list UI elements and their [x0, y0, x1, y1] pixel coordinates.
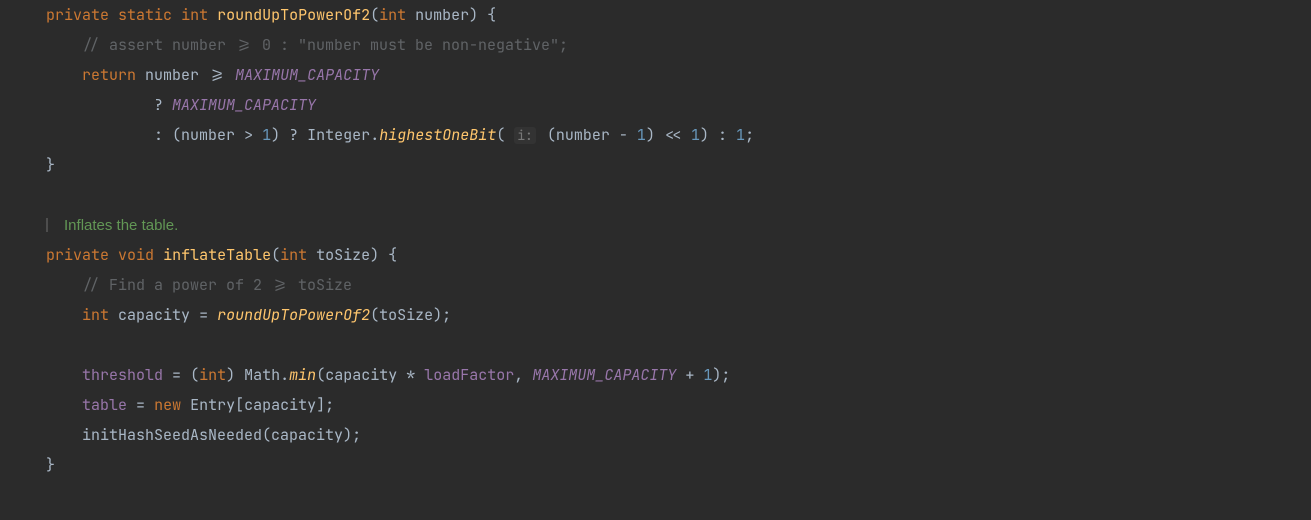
keyword-private: private [46, 245, 109, 265]
argument: capacity [325, 365, 397, 385]
constant: MAXIMUM_CAPACITY [532, 365, 676, 385]
constant: MAXIMUM_CAPACITY [235, 65, 379, 85]
code-line[interactable]: // Find a power of 2 >= toSize [46, 270, 1311, 300]
doc-text: Inflates the table. [64, 217, 178, 234]
code-line[interactable]: } [46, 450, 1311, 480]
identifier: capacity [118, 305, 190, 325]
argument: toSize [379, 305, 433, 325]
blank-line[interactable] [46, 330, 1311, 360]
code-line[interactable]: // assert number >= 0 : "number must be … [46, 30, 1311, 60]
keyword-static: static [118, 5, 172, 25]
class-name: Math [244, 365, 280, 385]
semicolon: ); [433, 305, 451, 325]
code-line[interactable]: initHashSeedAsNeeded(capacity); [46, 420, 1311, 450]
param-type: int [379, 5, 406, 25]
field: threshold [82, 365, 163, 385]
ternary-q: ? [154, 95, 163, 115]
brace: } [46, 155, 55, 175]
operator: = [136, 395, 145, 415]
keyword-new: new [154, 395, 181, 415]
constant: MAXIMUM_CAPACITY [172, 95, 316, 115]
code-line[interactable]: } [46, 150, 1311, 180]
operator: - [619, 125, 628, 145]
keyword-int: int [181, 5, 208, 25]
brace: ) { [469, 5, 496, 25]
number-literal: 1 [736, 125, 745, 145]
class-name: Entry [190, 395, 235, 415]
ternary-q: ? [289, 125, 298, 145]
doc-comment-line[interactable]: Inflates the table. [46, 210, 1311, 240]
code-line[interactable]: return number >= MAXIMUM_CAPACITY [46, 60, 1311, 90]
dot: . [370, 125, 379, 145]
keyword-int: int [82, 305, 109, 325]
static-method: min [289, 365, 316, 385]
cast-open: ( [190, 365, 199, 385]
static-method: roundUpToPowerOf2 [217, 305, 370, 325]
code-line[interactable]: private static int roundUpToPowerOf2(int… [46, 0, 1311, 30]
keyword-return: return [82, 65, 136, 85]
identifier: number [145, 65, 199, 85]
code-line[interactable]: int capacity = roundUpToPowerOf2(toSize)… [46, 300, 1311, 330]
method-name: inflateTable [163, 245, 271, 265]
operator: > [244, 125, 253, 145]
code-line[interactable]: private void inflateTable(int toSize) { [46, 240, 1311, 270]
class-name: Integer [307, 125, 370, 145]
cast-close: ) [226, 365, 235, 385]
keyword-private: private [46, 5, 109, 25]
method-name: roundUpToPowerOf2 [217, 5, 370, 25]
blank-line[interactable] [46, 180, 1311, 210]
identifier: number [181, 125, 235, 145]
operator: = [199, 305, 208, 325]
code-line[interactable]: : (number > 1) ? Integer.highestOneBit( … [46, 120, 1311, 150]
keyword-int: int [199, 365, 226, 385]
param-name: number [415, 5, 469, 25]
doc-border [46, 218, 48, 232]
method-call: initHashSeedAsNeeded [82, 425, 262, 445]
field: loadFactor [424, 365, 514, 385]
operator: = [172, 365, 181, 385]
bracket-close: ]; [316, 395, 334, 415]
operator: << [664, 125, 682, 145]
argument: capacity [271, 425, 343, 445]
ternary-colon: : [718, 125, 727, 145]
code-line[interactable]: threshold = (int) Math.min(capacity * lo… [46, 360, 1311, 390]
code-editor[interactable]: private static int roundUpToPowerOf2(int… [0, 0, 1311, 480]
bracket-open: [ [235, 395, 244, 415]
comment: // assert number >= 0 : "number must be … [82, 35, 568, 55]
brace: } [46, 455, 55, 475]
number-literal: 1 [637, 125, 646, 145]
param-name: toSize [316, 245, 370, 265]
code-line[interactable]: table = new Entry[capacity]; [46, 390, 1311, 420]
semicolon: ); [712, 365, 730, 385]
static-method: highestOneBit [379, 125, 496, 145]
semicolon: ; [745, 125, 754, 145]
ternary-colon: : [154, 125, 163, 145]
code-line[interactable]: ? MAXIMUM_CAPACITY [46, 90, 1311, 120]
param-hint: i: [514, 127, 536, 144]
semicolon: ); [343, 425, 361, 445]
operator: * [406, 365, 415, 385]
comma: , [514, 365, 523, 385]
number-literal: 1 [262, 125, 271, 145]
doc-comment: Inflates the table. [46, 215, 178, 235]
comment: // Find a power of 2 >= toSize [82, 275, 352, 295]
number-literal: 1 [691, 125, 700, 145]
keyword-void: void [118, 245, 154, 265]
dot: . [280, 365, 289, 385]
argument: capacity [244, 395, 316, 415]
identifier: number [556, 125, 610, 145]
field: table [82, 395, 127, 415]
operator: >= [208, 65, 226, 85]
param-type: int [280, 245, 307, 265]
brace: ) { [370, 245, 397, 265]
operator: + [685, 365, 694, 385]
